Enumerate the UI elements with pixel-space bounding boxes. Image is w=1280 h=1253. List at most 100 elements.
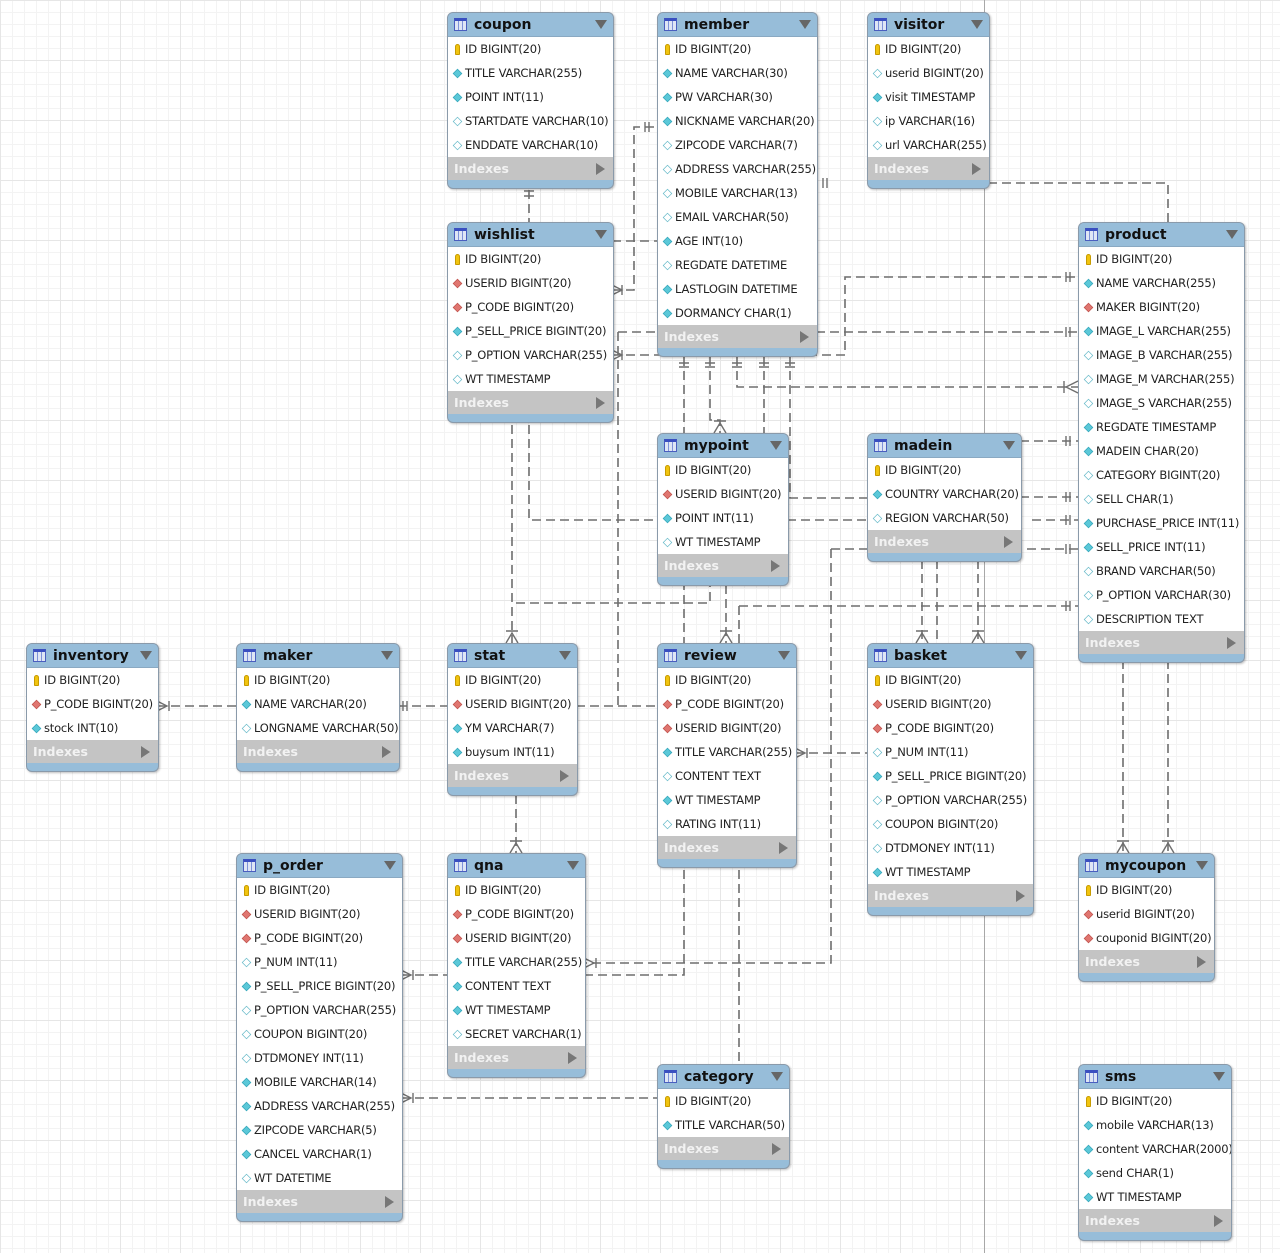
column-row[interactable]: ID BIGINT(20) xyxy=(868,668,1033,692)
column-row[interactable]: REGDATE TIMESTAMP xyxy=(1079,415,1244,439)
column-row[interactable]: ID BIGINT(20) xyxy=(658,668,796,692)
collapse-toggle-icon[interactable] xyxy=(595,230,607,239)
column-row[interactable]: DESCRIPTION TEXT xyxy=(1079,607,1244,631)
table-header[interactable]: p_order xyxy=(237,854,402,878)
column-row[interactable]: NICKNAME VARCHAR(20) xyxy=(658,109,817,133)
column-row[interactable]: COUPON BIGINT(20) xyxy=(237,1022,402,1046)
column-row[interactable]: WT TIMESTAMP xyxy=(868,860,1033,884)
column-row[interactable]: TITLE VARCHAR(50) xyxy=(658,1113,789,1137)
indexes-section[interactable]: Indexes xyxy=(237,740,399,763)
column-row[interactable]: SELL CHAR(1) xyxy=(1079,487,1244,511)
column-row[interactable]: POINT INT(11) xyxy=(658,506,788,530)
table-basket[interactable]: basket ID BIGINT(20) USERID BIGINT(20) P_CO… xyxy=(867,643,1034,916)
indexes-section[interactable]: Indexes xyxy=(1079,950,1214,973)
indexes-section[interactable]: Indexes xyxy=(658,554,788,577)
column-row[interactable]: url VARCHAR(255) xyxy=(868,133,989,157)
column-row[interactable]: TITLE VARCHAR(255) xyxy=(448,61,613,85)
collapse-toggle-icon[interactable] xyxy=(559,651,571,660)
collapse-toggle-icon[interactable] xyxy=(567,861,579,870)
column-row[interactable]: stock INT(10) xyxy=(27,716,158,740)
column-row[interactable]: ENDDATE VARCHAR(10) xyxy=(448,133,613,157)
indexes-section[interactable]: Indexes xyxy=(1079,1209,1231,1232)
expand-arrow-icon[interactable] xyxy=(772,1142,781,1155)
table-header[interactable]: madein xyxy=(868,434,1021,458)
column-row[interactable]: EMAIL VARCHAR(50) xyxy=(658,205,817,229)
column-row[interactable]: ID BIGINT(20) xyxy=(868,458,1021,482)
expand-arrow-icon[interactable] xyxy=(779,841,788,854)
column-row[interactable]: WT TIMESTAMP xyxy=(448,998,585,1022)
column-row[interactable]: YM VARCHAR(7) xyxy=(448,716,577,740)
column-row[interactable]: NAME VARCHAR(255) xyxy=(1079,271,1244,295)
table-qna[interactable]: qna ID BIGINT(20) P_CODE BIGINT(20) USERID … xyxy=(447,853,586,1078)
collapse-toggle-icon[interactable] xyxy=(384,861,396,870)
column-row[interactable]: BRAND VARCHAR(50) xyxy=(1079,559,1244,583)
indexes-section[interactable]: Indexes xyxy=(868,530,1021,553)
indexes-section[interactable]: Indexes xyxy=(448,157,613,180)
collapse-toggle-icon[interactable] xyxy=(1003,441,1015,450)
column-row[interactable]: P_OPTION VARCHAR(255) xyxy=(448,343,613,367)
column-row[interactable]: AGE INT(10) xyxy=(658,229,817,253)
table-header[interactable]: product xyxy=(1079,223,1244,247)
table-header[interactable]: maker xyxy=(237,644,399,668)
column-row[interactable]: buysum INT(11) xyxy=(448,740,577,764)
column-row[interactable]: MAKER BIGINT(20) xyxy=(1079,295,1244,319)
column-row[interactable]: DTDMONEY INT(11) xyxy=(868,836,1033,860)
column-row[interactable]: MOBILE VARCHAR(13) xyxy=(658,181,817,205)
column-row[interactable]: DTDMONEY INT(11) xyxy=(237,1046,402,1070)
column-row[interactable]: P_CODE BIGINT(20) xyxy=(448,902,585,926)
column-row[interactable]: NAME VARCHAR(20) xyxy=(237,692,399,716)
expand-arrow-icon[interactable] xyxy=(560,769,569,782)
table-header[interactable]: sms xyxy=(1079,1065,1231,1089)
column-row[interactable]: ID BIGINT(20) xyxy=(868,37,989,61)
indexes-section[interactable]: Indexes xyxy=(658,1137,789,1160)
column-row[interactable]: USERID BIGINT(20) xyxy=(658,716,796,740)
table-member[interactable]: member ID BIGINT(20) NAME VARCHAR(30) PW VA… xyxy=(657,12,818,357)
rel-product-image[interactable] xyxy=(736,357,1078,388)
table-header[interactable]: basket xyxy=(868,644,1033,668)
column-row[interactable]: ID BIGINT(20) xyxy=(1079,1089,1231,1113)
column-row[interactable]: ID BIGINT(20) xyxy=(658,458,788,482)
column-row[interactable]: TITLE VARCHAR(255) xyxy=(448,950,585,974)
rel-wishlist-member[interactable] xyxy=(612,126,657,291)
table-maker[interactable]: maker ID BIGINT(20) NAME VARCHAR(20) LONGNA… xyxy=(236,643,400,772)
column-row[interactable]: POINT INT(11) xyxy=(448,85,613,109)
table-mypoint[interactable]: mypoint ID BIGINT(20) USERID BIGINT(20) POI… xyxy=(657,433,789,586)
column-row[interactable]: IMAGE_S VARCHAR(255) xyxy=(1079,391,1244,415)
expand-arrow-icon[interactable] xyxy=(141,745,150,758)
table-header[interactable]: category xyxy=(658,1065,789,1089)
column-row[interactable]: MOBILE VARCHAR(14) xyxy=(237,1070,402,1094)
column-row[interactable]: couponid BIGINT(20) xyxy=(1079,926,1214,950)
column-row[interactable]: ID BIGINT(20) xyxy=(448,668,577,692)
column-row[interactable]: USERID BIGINT(20) xyxy=(448,692,577,716)
indexes-section[interactable]: Indexes xyxy=(868,884,1033,907)
table-stat[interactable]: stat ID BIGINT(20) USERID BIGINT(20) YM VAR… xyxy=(447,643,578,796)
column-row[interactable]: ID BIGINT(20) xyxy=(1079,878,1214,902)
column-row[interactable]: USERID BIGINT(20) xyxy=(448,926,585,950)
column-row[interactable]: USERID BIGINT(20) xyxy=(868,692,1033,716)
collapse-toggle-icon[interactable] xyxy=(799,20,811,29)
column-row[interactable]: ID BIGINT(20) xyxy=(448,878,585,902)
table-product[interactable]: product ID BIGINT(20) NAME VARCHAR(255) MAK… xyxy=(1078,222,1245,663)
column-row[interactable]: ID BIGINT(20) xyxy=(448,37,613,61)
column-row[interactable]: LASTLOGIN DATETIME xyxy=(658,277,817,301)
column-row[interactable]: LONGNAME VARCHAR(50) xyxy=(237,716,399,740)
table-header[interactable]: stat xyxy=(448,644,577,668)
table-header[interactable]: mycoupon xyxy=(1079,854,1214,878)
column-row[interactable]: userid BIGINT(20) xyxy=(868,61,989,85)
column-row[interactable]: USERID BIGINT(20) xyxy=(448,271,613,295)
column-row[interactable]: WT TIMESTAMP xyxy=(1079,1185,1231,1209)
table-review[interactable]: review ID BIGINT(20) P_CODE BIGINT(20) USER… xyxy=(657,643,797,868)
column-row[interactable]: P_CODE BIGINT(20) xyxy=(868,716,1033,740)
column-row[interactable]: P_OPTION VARCHAR(255) xyxy=(237,998,402,1022)
expand-arrow-icon[interactable] xyxy=(596,396,605,409)
table-header[interactable]: wishlist xyxy=(448,223,613,247)
column-row[interactable]: RATING INT(11) xyxy=(658,812,796,836)
column-row[interactable]: CATEGORY BIGINT(20) xyxy=(1079,463,1244,487)
collapse-toggle-icon[interactable] xyxy=(971,20,983,29)
table-header[interactable]: coupon xyxy=(448,13,613,37)
indexes-section[interactable]: Indexes xyxy=(448,1046,585,1069)
collapse-toggle-icon[interactable] xyxy=(771,1072,783,1081)
column-row[interactable]: ID BIGINT(20) xyxy=(448,247,613,271)
column-row[interactable]: PW VARCHAR(30) xyxy=(658,85,817,109)
collapse-toggle-icon[interactable] xyxy=(778,651,790,660)
